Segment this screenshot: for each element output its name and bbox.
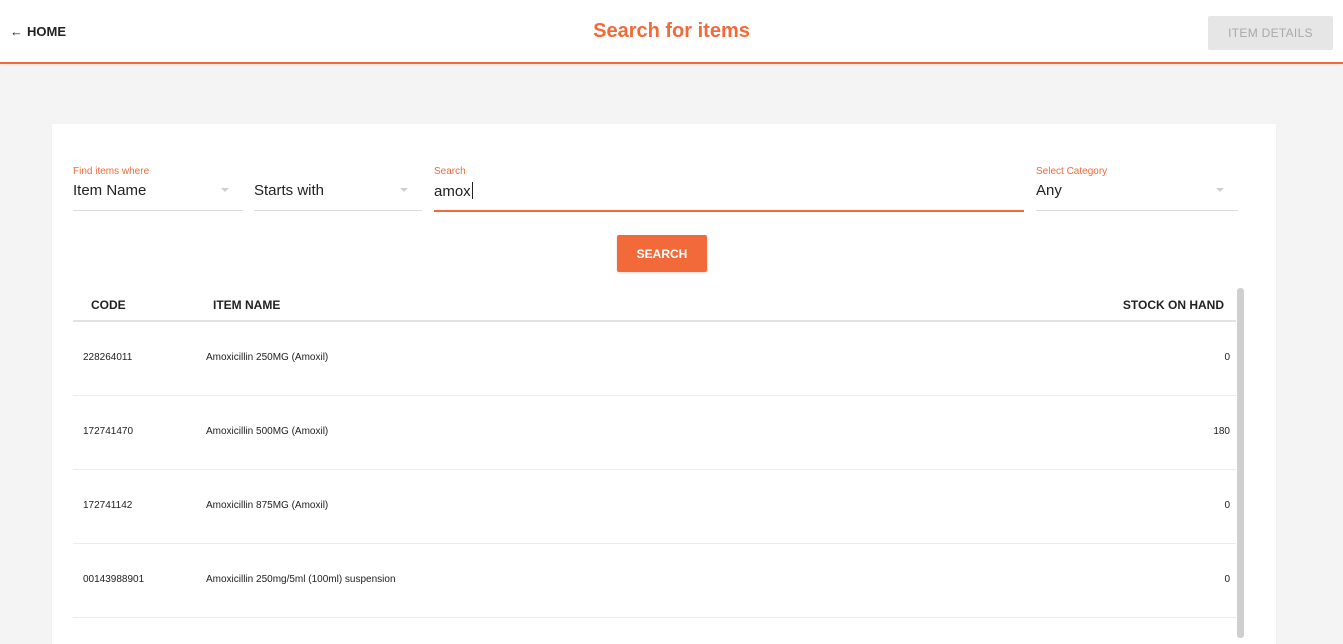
- find-items-label: Find items where: [73, 166, 150, 177]
- chevron-down-icon: [400, 188, 408, 192]
- search-text: amox: [434, 183, 471, 200]
- find-field-value: Item Name: [73, 182, 147, 199]
- search-label: Search: [434, 166, 466, 177]
- column-header-code[interactable]: CODE: [91, 298, 126, 312]
- table-row[interactable]: 228264011 Amoxicillin 250MG (Amoxil) 0: [73, 322, 1236, 396]
- cell-item-name: Amoxicillin 875MG (Amoxil): [206, 500, 329, 511]
- search-input-value: amox: [434, 182, 473, 200]
- search-button[interactable]: SEARCH: [617, 235, 707, 272]
- search-input[interactable]: Search amox: [434, 166, 1024, 214]
- top-app-bar: ← HOME Search for items ITEM DETAILS: [0, 0, 1343, 64]
- table-row[interactable]: 00143988901 Amoxicillin 250mg/5ml (100ml…: [73, 544, 1236, 618]
- cell-stock: 0: [1224, 352, 1230, 363]
- category-label: Select Category: [1036, 166, 1108, 177]
- results-table: CODE ITEM NAME STOCK ON HAND 228264011 A…: [73, 282, 1236, 618]
- cell-code: 172741142: [83, 500, 133, 511]
- cell-item-name: Amoxicillin 250MG (Amoxil): [206, 352, 329, 363]
- cell-item-name: Amoxicillin 500MG (Amoxil): [206, 426, 329, 437]
- search-underline: [434, 210, 1024, 212]
- page-title: Search for items: [593, 20, 750, 42]
- cell-code: 00143988901: [83, 574, 145, 585]
- find-field-select[interactable]: Find items where Item Name: [73, 166, 243, 214]
- cell-code: 172741470: [83, 426, 134, 437]
- column-header-item-name[interactable]: ITEM NAME: [213, 298, 280, 312]
- cell-stock: 0: [1224, 574, 1230, 585]
- results-scrollbar[interactable]: [1237, 288, 1244, 638]
- table-row[interactable]: 172741470 Amoxicillin 500MG (Amoxil) 180: [73, 396, 1236, 470]
- table-header: CODE ITEM NAME STOCK ON HAND: [73, 282, 1236, 322]
- item-details-button[interactable]: ITEM DETAILS: [1208, 16, 1333, 50]
- find-field-underline: [73, 210, 243, 211]
- column-header-stock[interactable]: STOCK ON HAND: [1123, 298, 1224, 312]
- table-row[interactable]: 172741142 Amoxicillin 875MG (Amoxil) 0: [73, 470, 1236, 544]
- cell-stock: 0: [1224, 500, 1230, 511]
- category-value: Any: [1036, 182, 1062, 199]
- operator-value: Starts with: [254, 182, 325, 199]
- category-underline: [1036, 210, 1238, 211]
- chevron-down-icon: [1216, 188, 1224, 192]
- search-card: Find items where Item Name Starts with S…: [52, 124, 1276, 644]
- cell-code: 228264011: [83, 352, 133, 363]
- text-cursor: [471, 182, 473, 199]
- cell-item-name: Amoxicillin 250mg/5ml (100ml) suspension: [206, 574, 396, 585]
- chevron-down-icon: [221, 188, 229, 192]
- operator-underline: [254, 210, 422, 211]
- cell-stock: 180: [1213, 426, 1230, 437]
- operator-select[interactable]: Starts with: [254, 166, 422, 214]
- category-select[interactable]: Select Category Any: [1036, 166, 1238, 214]
